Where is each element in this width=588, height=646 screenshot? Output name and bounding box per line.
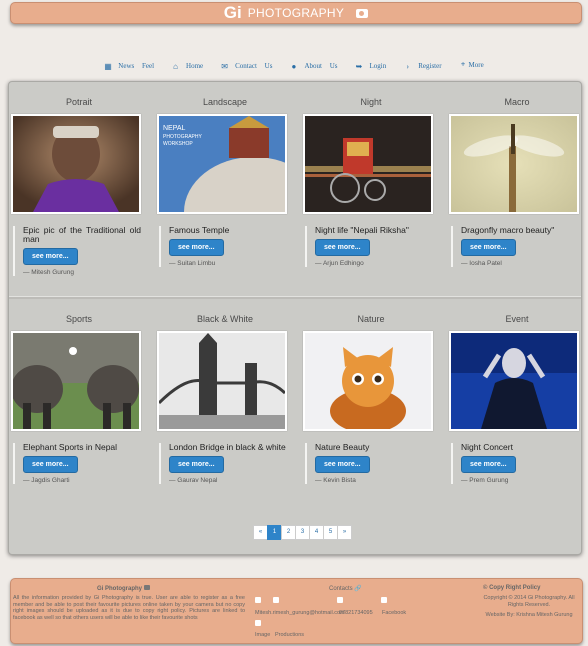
camera-icon (356, 8, 369, 18)
footer-contacts-title: Contacts 🔗 (329, 586, 362, 592)
footer-copyright-text: Copyright © 2014 Gi Photography. All Rig… (483, 595, 575, 608)
footer-copyright-title: © Copy Right Policy (483, 585, 541, 591)
footer-facebook-link[interactable]: Facebook (382, 610, 406, 617)
pagination-page[interactable]: 5 (323, 525, 338, 540)
info-icon: ● (291, 61, 297, 71)
see-more-button[interactable]: see more... (169, 239, 224, 256)
link-icon: 🔗 (354, 586, 362, 592)
gallery-panel: Potrait Epic pic of the Traditional old m… (8, 81, 582, 555)
card-photo[interactable] (157, 331, 287, 431)
card-photo[interactable] (449, 331, 579, 431)
user-icon (255, 597, 261, 603)
card-caption-box: Epic pic of the Traditional old man see m… (13, 226, 141, 276)
card-caption-box: London Bridge in black & white see more..… (159, 443, 287, 484)
login-icon: ➥ (355, 61, 363, 71)
chevron-right-icon: › (406, 61, 410, 71)
card-caption: London Bridge in black & white (169, 442, 286, 452)
pagination-page[interactable]: 2 (281, 525, 296, 540)
card-category: Macro (504, 97, 530, 107)
card-author: — Iosha Patel (461, 260, 502, 267)
nav-register[interactable]: › Register (404, 62, 441, 70)
plus-icon: + (460, 60, 466, 69)
pagination-page[interactable]: 3 (295, 525, 310, 540)
svg-text:PHOTOGRAPHY: PHOTOGRAPHY (163, 134, 202, 140)
pagination-next[interactable]: » (337, 525, 352, 540)
row-divider (9, 296, 581, 299)
site-title: PHOTOGRAPHY (247, 6, 345, 20)
card-caption: Nature Beauty (315, 442, 370, 452)
brand-logo[interactable]: Gi (224, 3, 242, 23)
see-more-button[interactable]: see more... (461, 456, 516, 473)
card-category: Landscape (202, 97, 248, 107)
card-author: — Suitan Limbu (169, 260, 216, 267)
footer-productions-link[interactable]: Productions (275, 632, 304, 639)
card-caption: Famous Temple (169, 225, 230, 235)
see-more-button[interactable]: see more... (23, 456, 78, 473)
image-icon (255, 620, 261, 626)
home-icon: ⌂ (173, 61, 178, 71)
card-caption: Epic pic of the Traditional old man (23, 225, 141, 244)
card-caption-box: Night life "Nepali Riksha" see more... — A… (305, 226, 433, 267)
pagination-page[interactable]: 1 (267, 525, 282, 540)
site-header: Gi PHOTOGRAPHY (10, 2, 582, 24)
footer-about-title: Gi Photography (97, 585, 150, 592)
card-caption-box: Night Concert see more... — Prem Gurung (451, 443, 579, 484)
card-photo[interactable] (11, 114, 141, 214)
site-footer: Gi Photography All the information provi… (10, 578, 583, 644)
pagination-page[interactable]: 4 (309, 525, 324, 540)
camera-icon (143, 585, 150, 590)
card-photo[interactable] (303, 114, 433, 214)
card-caption: Night life "Nepali Riksha" (315, 225, 409, 235)
nav-login[interactable]: ➥ Login (355, 61, 387, 71)
card-author: — Kevin Bista (315, 477, 356, 484)
nav-news-feel[interactable]: ▦ News Feel (104, 62, 154, 70)
card-caption-box: Dragonfly macro beauty" see more... — Iosh… (451, 226, 579, 267)
footer-website-credit: Website By: Krishna Mitesh Gurung (485, 612, 573, 618)
card-caption-box: Famous Temple see more... — Suitan Limbu (159, 226, 287, 267)
footer-image-link[interactable]: Image (255, 632, 270, 639)
card-category: Nature (357, 314, 385, 324)
svg-text:NEPAL: NEPAL (163, 125, 186, 132)
svg-text:WORKSHOP: WORKSHOP (163, 141, 193, 147)
envelope-icon (273, 597, 279, 603)
card-caption-box: Nature Beauty see more... — Kevin Bista (305, 443, 433, 484)
pagination: «1 2 3 4 5» (253, 525, 352, 540)
card-caption: Dragonfly macro beauty" (461, 225, 555, 235)
see-more-button[interactable]: see more... (315, 239, 370, 256)
card-photo[interactable] (303, 331, 433, 431)
card-caption: Elephant Sports in Nepal (23, 442, 118, 452)
card-category: Event (505, 314, 529, 324)
see-more-button[interactable]: see more... (23, 248, 78, 265)
card-photo[interactable]: NEPAL PHOTOGRAPHY WORKSHOP (157, 114, 287, 214)
card-photo[interactable] (11, 331, 141, 431)
card-author: — Jagdis Gharti (23, 477, 70, 484)
thumbs-up-icon (381, 597, 387, 603)
card-category: Night (360, 97, 382, 107)
footer-phone: 07821734095 (339, 610, 373, 616)
card-category: Black & White (196, 314, 254, 324)
card-author: — Gaurav Nepal (169, 477, 218, 484)
nav-more[interactable]: + More (460, 61, 484, 69)
main-nav: ▦ News Feel ⌂ Home ✉ Contact Us ● About Us ➥… (0, 58, 588, 74)
card-caption-box: Elephant Sports in Nepal see more... — Jag… (13, 443, 141, 484)
card-author: — Mitesh Gurung (23, 269, 74, 276)
nav-home[interactable]: ⌂ Home (172, 62, 203, 70)
envelope-icon: ✉ (221, 61, 228, 71)
see-more-button[interactable]: see more... (461, 239, 516, 256)
footer-email[interactable]: Mitesh.rimesh_gurung@hotmail.com (255, 610, 345, 617)
card-photo[interactable] (449, 114, 579, 214)
phone-icon (337, 597, 343, 603)
grid-icon: ▦ (104, 61, 112, 71)
nav-contact[interactable]: ✉ Contact Us (221, 62, 272, 70)
pagination-prev[interactable]: « (253, 525, 268, 540)
card-caption: Night Concert (461, 442, 513, 452)
see-more-button[interactable]: see more... (315, 456, 370, 473)
footer-about-text: All the information provided by Gi Photo… (13, 595, 245, 621)
card-author: — Arjun Edhingo (315, 260, 364, 267)
card-category: Potrait (65, 97, 92, 107)
card-author: — Prem Gurung (461, 477, 509, 484)
card-category: Sports (65, 314, 92, 324)
nav-about[interactable]: ● About Us (290, 61, 338, 71)
see-more-button[interactable]: see more... (169, 456, 224, 473)
